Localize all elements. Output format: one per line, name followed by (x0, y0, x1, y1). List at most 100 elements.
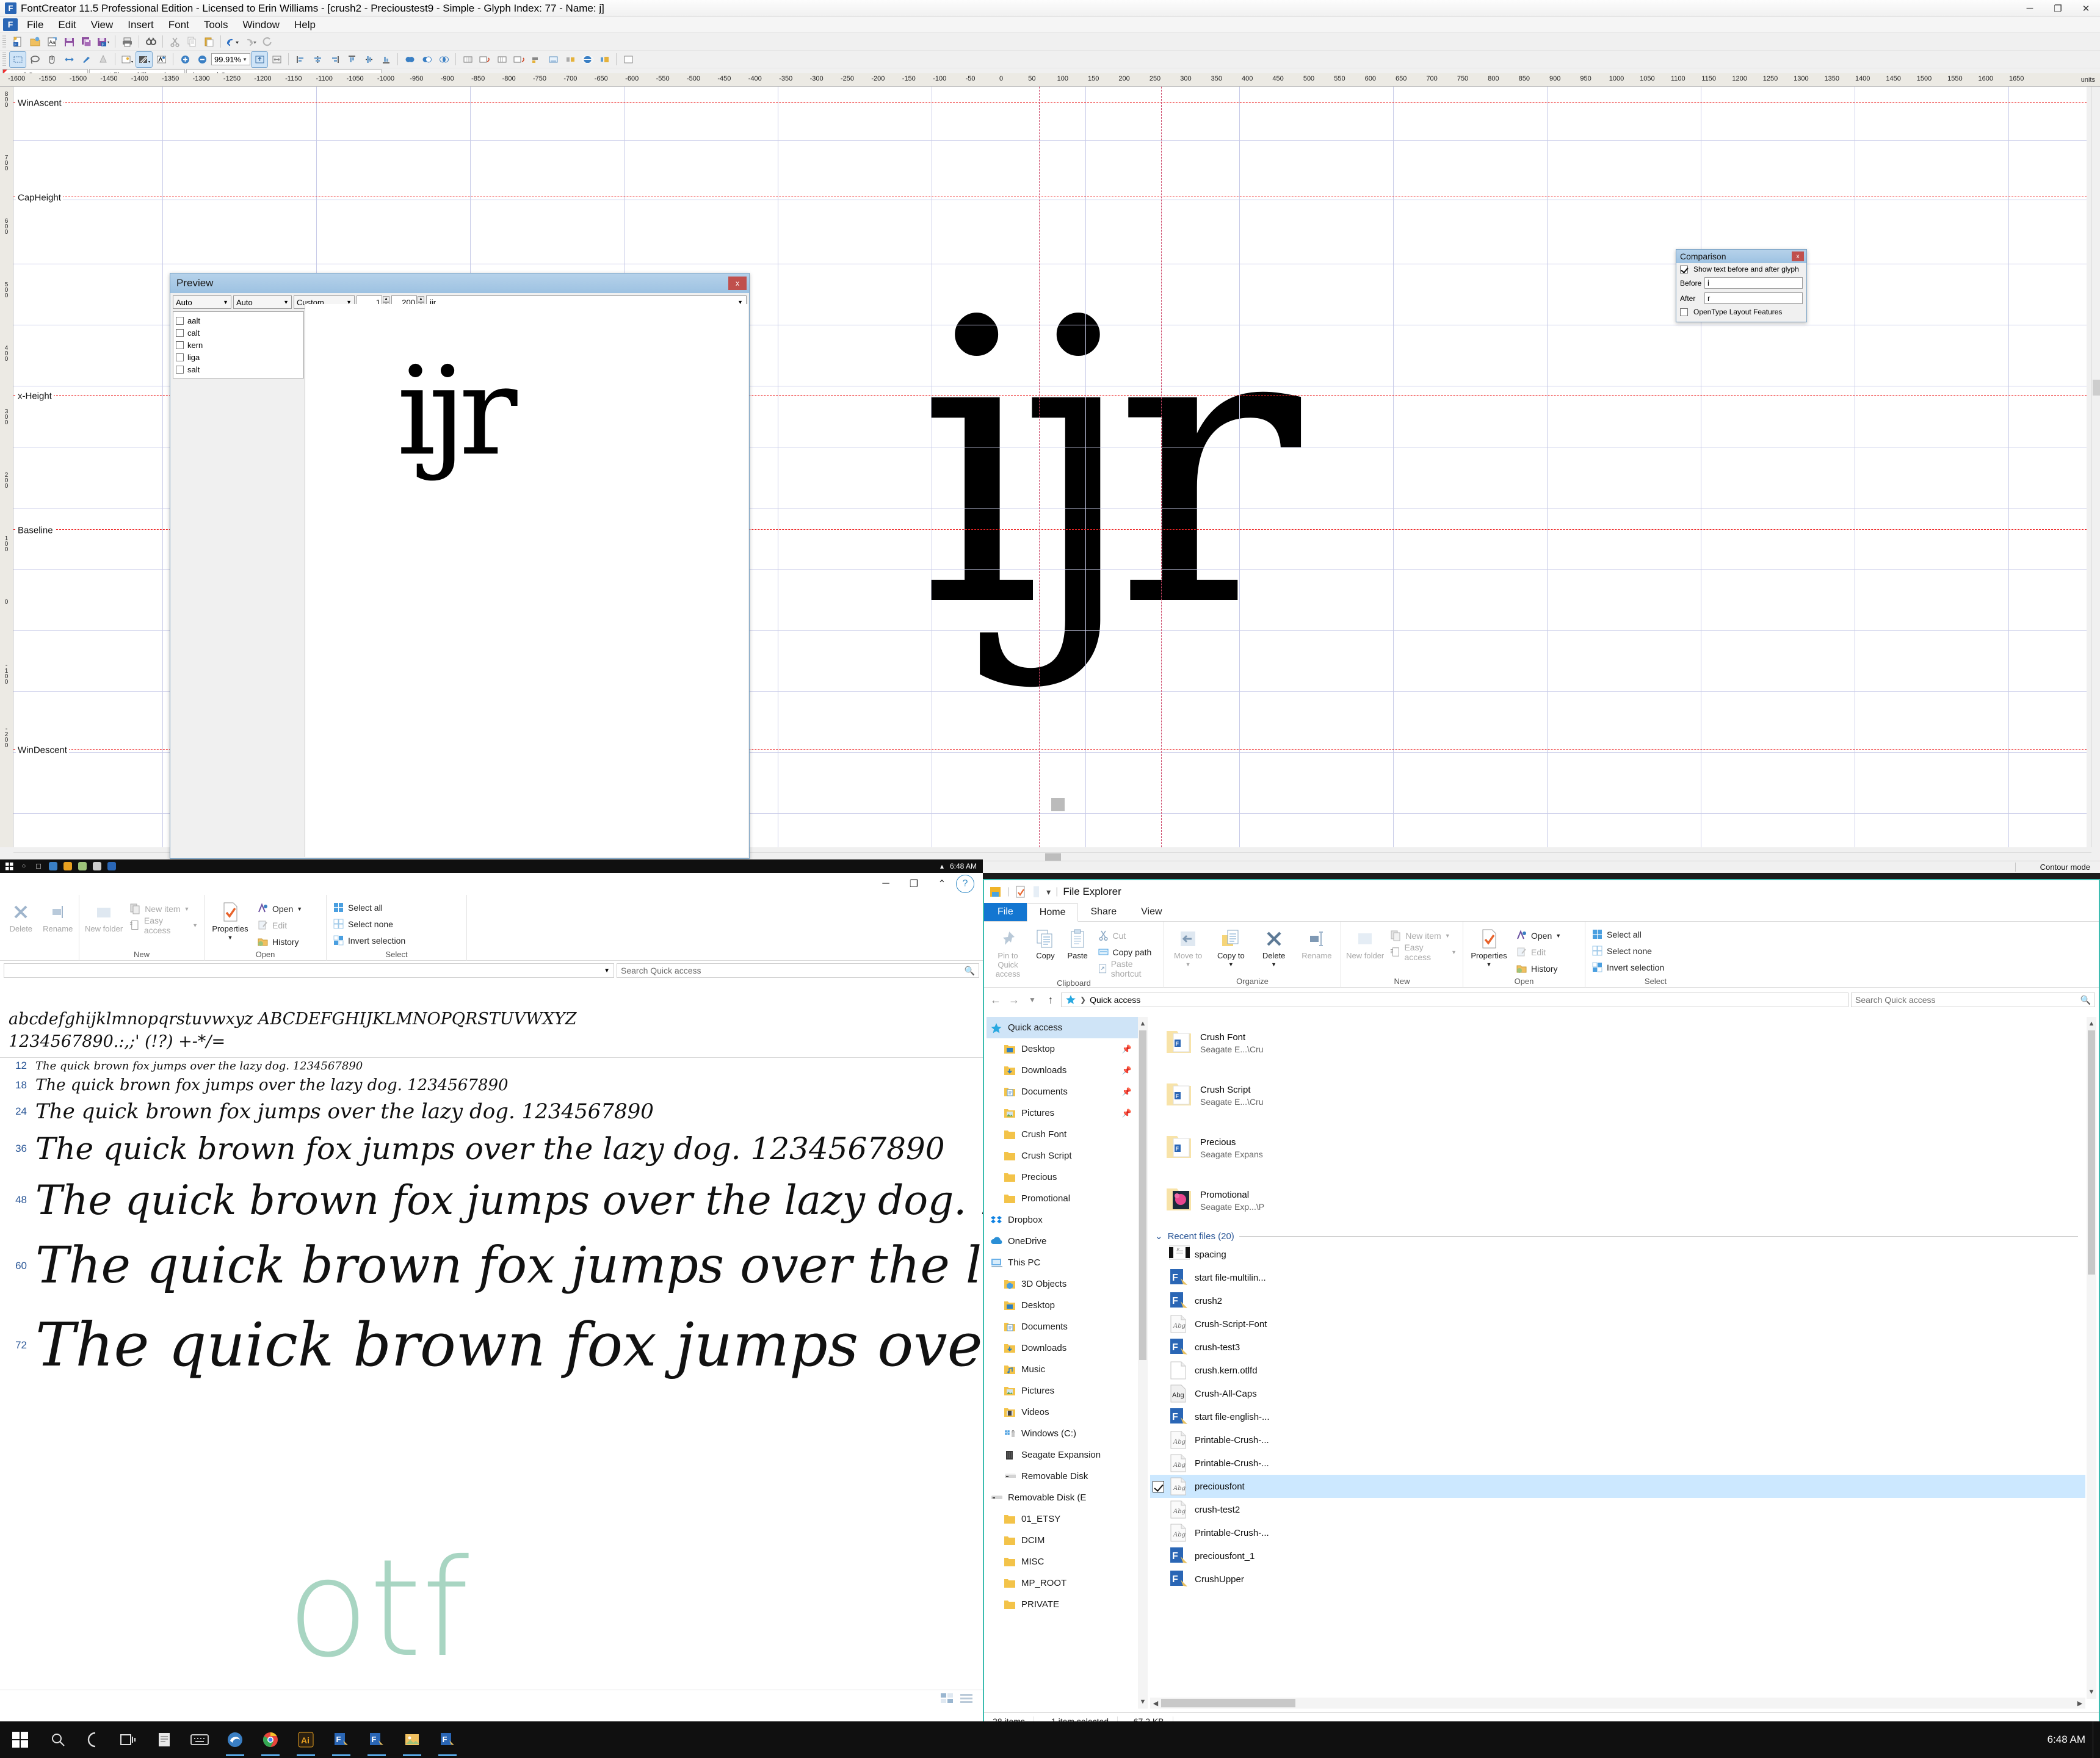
toolbar-grip-2[interactable] (2, 52, 6, 66)
align-left-icon[interactable] (292, 52, 308, 67)
open-font-icon[interactable] (27, 34, 43, 49)
pin-icon[interactable]: 📌 (1122, 1087, 1132, 1097)
glyph-transform-icon[interactable] (477, 52, 493, 67)
strip-app-icon-2[interactable] (61, 860, 74, 872)
nav-item-removable-disk-e[interactable]: Removable Disk (E (987, 1487, 1138, 1508)
nav-item-dcim[interactable]: DCIM (987, 1530, 1138, 1551)
nav-item-documents[interactable]: Documents 📌 (987, 1081, 1138, 1102)
strip-app-icon-3[interactable] (76, 860, 89, 872)
explorer-search-input[interactable]: Search Quick access 🔍 (1851, 993, 2095, 1007)
comparison-panel-icon[interactable] (596, 52, 612, 67)
menu-insert[interactable]: Insert (120, 17, 161, 33)
align-middle-icon[interactable] (361, 52, 377, 67)
nav-item-seagate-expansion[interactable]: Seagate Expansion (987, 1444, 1138, 1466)
recent-locations-icon[interactable]: ▼ (1024, 992, 1040, 1008)
find-icon[interactable] (143, 34, 159, 49)
chevron-down-icon[interactable]: ▾ (1046, 887, 1051, 897)
ai-app-icon[interactable]: Ai (288, 1721, 324, 1758)
folder-row[interactable]: F Precious Seagate Expans (1150, 1122, 2085, 1174)
align-bottom-icon[interactable] (378, 52, 394, 67)
scrollbar-thumb-h[interactable] (1045, 853, 1061, 861)
navpane-scrollbar[interactable]: ▲ ▼ (1138, 1017, 1148, 1709)
before-input[interactable]: i (1704, 277, 1803, 289)
nav-item-mp-root[interactable]: MP_ROOT (987, 1572, 1138, 1594)
otf-open-menu[interactable]: Open ▼ (255, 901, 305, 916)
open-menu[interactable]: Open ▼ (1513, 928, 1563, 943)
recent-file-row[interactable]: Fpreciousfont_1 (1150, 1544, 2085, 1568)
menu-file[interactable]: File (20, 17, 51, 33)
feature-checkbox[interactable] (176, 341, 184, 349)
fit-glyph-icon[interactable] (251, 51, 269, 68)
toolbar-grip[interactable] (2, 35, 6, 48)
explorer-breadcrumb[interactable]: ❯ Quick access (1061, 993, 1848, 1007)
tab-home[interactable]: Home (1026, 903, 1079, 922)
otf-new-item-menu[interactable]: New item ▼ (127, 901, 200, 916)
photos-icon[interactable] (394, 1721, 430, 1758)
feature-checkbox[interactable] (176, 316, 184, 325)
canvas-vertical-scrollbar[interactable] (2091, 87, 2100, 847)
nav-item-private[interactable]: PRIVATE (987, 1594, 1138, 1615)
nav-item-precious[interactable]: Precious (987, 1167, 1138, 1188)
filepane-scrollbar[interactable]: ▲ ▼ (2087, 1017, 2096, 1699)
fontcreator-taskbar-icon-2[interactable]: F (359, 1721, 394, 1758)
show-desktop-button[interactable] (2093, 1721, 2100, 1758)
recent-file-row[interactable]: F CrushUpper (1150, 1568, 2085, 1591)
copy-path-button[interactable]: Copy path (1095, 944, 1160, 960)
intersect-icon[interactable] (436, 52, 452, 67)
strip-start-icon[interactable] (2, 860, 16, 872)
tab-view[interactable]: View (1129, 903, 1174, 921)
nav-item-windows-c-[interactable]: Windows (C:) (987, 1423, 1138, 1444)
paste-icon[interactable] (201, 34, 217, 49)
otf-collapse-ribbon-button[interactable]: ⌃ (928, 873, 956, 895)
align-center-icon[interactable] (310, 52, 325, 67)
filepane-hscrollbar[interactable]: ◀ ▶ (1150, 1698, 2085, 1709)
menu-view[interactable]: View (84, 17, 121, 33)
otf-rename-button[interactable]: Rename (41, 897, 76, 933)
nav-item-dropbox[interactable]: Dropbox (987, 1209, 1138, 1231)
start-button[interactable] (0, 1721, 40, 1758)
strip-app-icon-5[interactable] (105, 860, 118, 872)
strip-app-icon-4[interactable] (90, 860, 104, 872)
recent-file-row[interactable]: Fcrush-test3 (1150, 1336, 2085, 1359)
align-top-icon[interactable] (344, 52, 360, 67)
new-font-icon[interactable]: F (10, 34, 26, 49)
scroll-down-arrow-icon[interactable]: ▼ (1138, 1695, 1148, 1709)
sidebearing-guide[interactable] (1039, 87, 1040, 847)
nav-item-this-pc[interactable]: This PC (987, 1252, 1138, 1273)
delete-button[interactable]: Delete ▼ (1254, 924, 1294, 969)
otf-history-button[interactable]: History (255, 934, 305, 949)
contour-view-icon[interactable] (136, 51, 153, 68)
knife-tool-icon[interactable] (78, 52, 94, 67)
guideline-winascent[interactable] (13, 102, 2087, 103)
select-none-button[interactable]: Select none (1589, 943, 1667, 958)
back-icon[interactable]: ← (988, 992, 1004, 1008)
chrome-icon[interactable] (253, 1721, 288, 1758)
preview-dialog-close-button[interactable]: x (728, 277, 747, 290)
otf-select-all-button[interactable]: Select all (330, 900, 408, 915)
search-icon[interactable] (40, 1721, 76, 1758)
save-quickaccess-icon[interactable] (989, 886, 1002, 898)
folder-row[interactable]: F Crush Font Seagate E...\Cru (1150, 1017, 2085, 1069)
opentype-feature-aalt[interactable]: aalt (173, 314, 303, 327)
script-panel-icon[interactable] (620, 52, 636, 67)
properties-button[interactable]: Properties ▼ (1467, 924, 1511, 969)
opentype-feature-calt[interactable]: calt (173, 327, 303, 339)
globe-icon[interactable] (579, 52, 595, 67)
pan-tool-icon[interactable] (44, 52, 60, 67)
nav-item-removable-disk[interactable]: Removable Disk (987, 1466, 1138, 1487)
opentype-feature-salt[interactable]: salt (173, 363, 303, 375)
otf-breadcrumb[interactable]: ▼ (4, 963, 614, 978)
recent-file-row[interactable]: Abg Crush-All-Caps (1150, 1382, 2085, 1405)
nav-item-music[interactable]: Music (987, 1359, 1138, 1380)
copy-icon[interactable] (184, 34, 200, 49)
nav-item-desktop[interactable]: Desktop (987, 1295, 1138, 1316)
zoom-out-icon[interactable] (194, 52, 210, 67)
menu-edit[interactable]: Edit (51, 17, 83, 33)
opentype-feature-liga[interactable]: liga (173, 351, 303, 363)
notepad-icon[interactable] (147, 1721, 182, 1758)
nav-item-downloads[interactable]: Downloads (987, 1337, 1138, 1359)
nav-item-pictures[interactable]: Pictures 📌 (987, 1102, 1138, 1124)
tab-share[interactable]: Share (1078, 903, 1129, 921)
preview-dialog[interactable]: Preview x Auto ▼ Auto ▼ Custom ▼ 1 ▲ 200… (170, 273, 750, 859)
feature-checkbox[interactable] (176, 328, 184, 337)
